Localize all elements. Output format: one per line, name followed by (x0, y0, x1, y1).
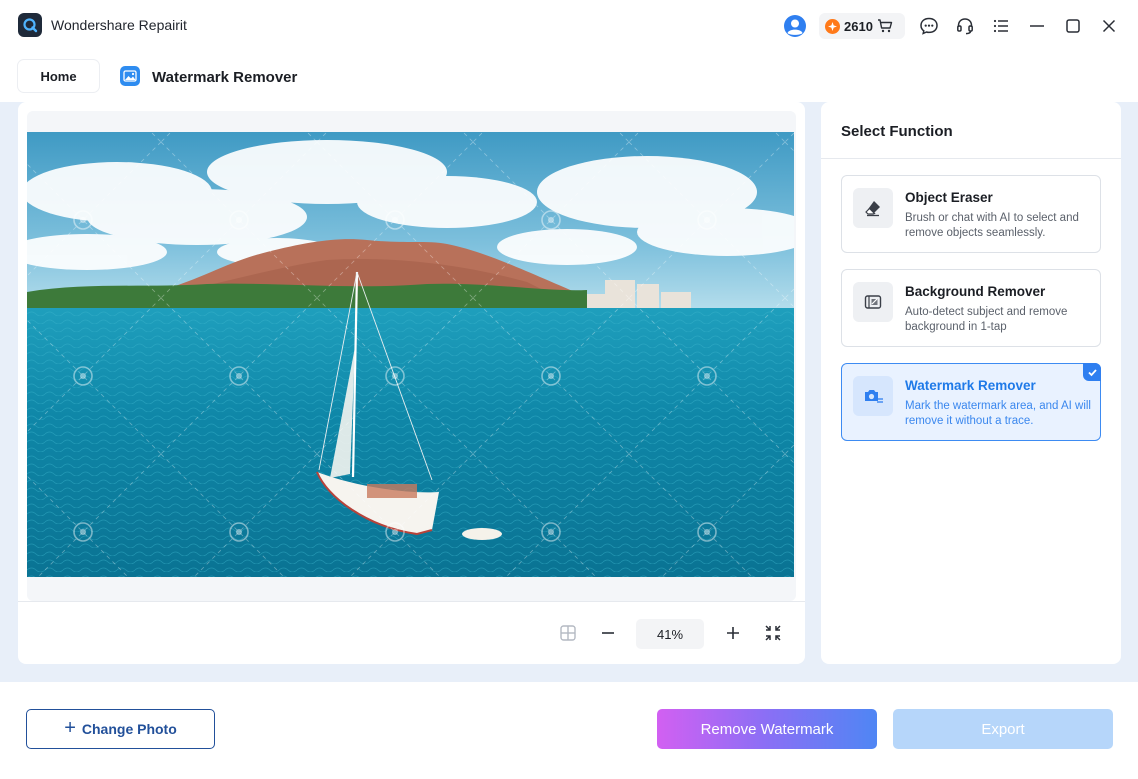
close-icon[interactable] (1097, 14, 1121, 38)
chat-icon[interactable] (917, 14, 941, 38)
function-watermark-remover[interactable]: Watermark Remover Mark the watermark are… (841, 363, 1101, 441)
function-name: Watermark Remover (905, 378, 1036, 393)
title-bar: Wondershare Repairit 2610 (0, 0, 1138, 52)
selected-check-icon (1083, 363, 1101, 381)
tab-home[interactable]: Home (18, 60, 99, 92)
zoom-out-icon[interactable] (597, 622, 619, 644)
remove-watermark-button[interactable]: Remove Watermark (657, 709, 877, 749)
function-description: Mark the watermark area, and AI will rem… (905, 400, 1091, 427)
function-description: Auto-detect subject and remove backgroun… (905, 306, 1068, 333)
maximize-icon[interactable] (1061, 14, 1085, 38)
function-name: Object Eraser (905, 190, 993, 205)
function-panel: Select Function Object Eraser Brush or c… (821, 102, 1121, 664)
canvas-panel: 41% (18, 102, 805, 664)
photo-preview[interactable] (27, 132, 794, 577)
page-title: Watermark Remover (152, 69, 298, 86)
function-object-eraser[interactable]: Object Eraser Brush or chat with AI to s… (841, 175, 1101, 253)
user-avatar-icon[interactable] (783, 14, 807, 38)
zoom-level: 41% (636, 619, 704, 649)
zoom-in-icon[interactable] (722, 622, 744, 644)
app-logo-icon (18, 13, 42, 37)
function-description: Brush or chat with AI to select and remo… (905, 212, 1079, 239)
function-background-remover[interactable]: Background Remover Auto-detect subject a… (841, 269, 1101, 347)
credits-count: 2610 (844, 18, 873, 34)
change-photo-button[interactable]: + Change Photo (26, 709, 215, 749)
export-button[interactable]: Export (893, 709, 1113, 749)
function-name: Background Remover (905, 284, 1046, 299)
compare-icon[interactable] (557, 622, 579, 644)
headset-icon[interactable] (953, 14, 977, 38)
fit-screen-icon[interactable] (762, 622, 784, 644)
coin-icon (825, 18, 840, 34)
menu-list-icon[interactable] (989, 14, 1013, 38)
preview-area (27, 111, 796, 601)
background-remove-icon (853, 282, 893, 322)
image-icon (120, 66, 140, 86)
cart-icon[interactable] (877, 18, 893, 34)
function-divider (821, 158, 1121, 159)
app-title: Wondershare Repairit (51, 17, 187, 33)
credits-badge[interactable]: 2610 (819, 13, 905, 39)
plus-icon: + (64, 717, 76, 739)
eraser-icon (853, 188, 893, 228)
watermark-remove-icon (853, 376, 893, 416)
bottom-bar: + Change Photo Remove Watermark Export (0, 682, 1138, 779)
tab-row: Home Watermark Remover (0, 52, 1138, 102)
zoom-toolbar: 41% (18, 602, 805, 664)
change-photo-label: Change Photo (81, 721, 177, 737)
minimize-icon[interactable] (1025, 14, 1049, 38)
function-panel-title: Select Function (841, 123, 953, 140)
